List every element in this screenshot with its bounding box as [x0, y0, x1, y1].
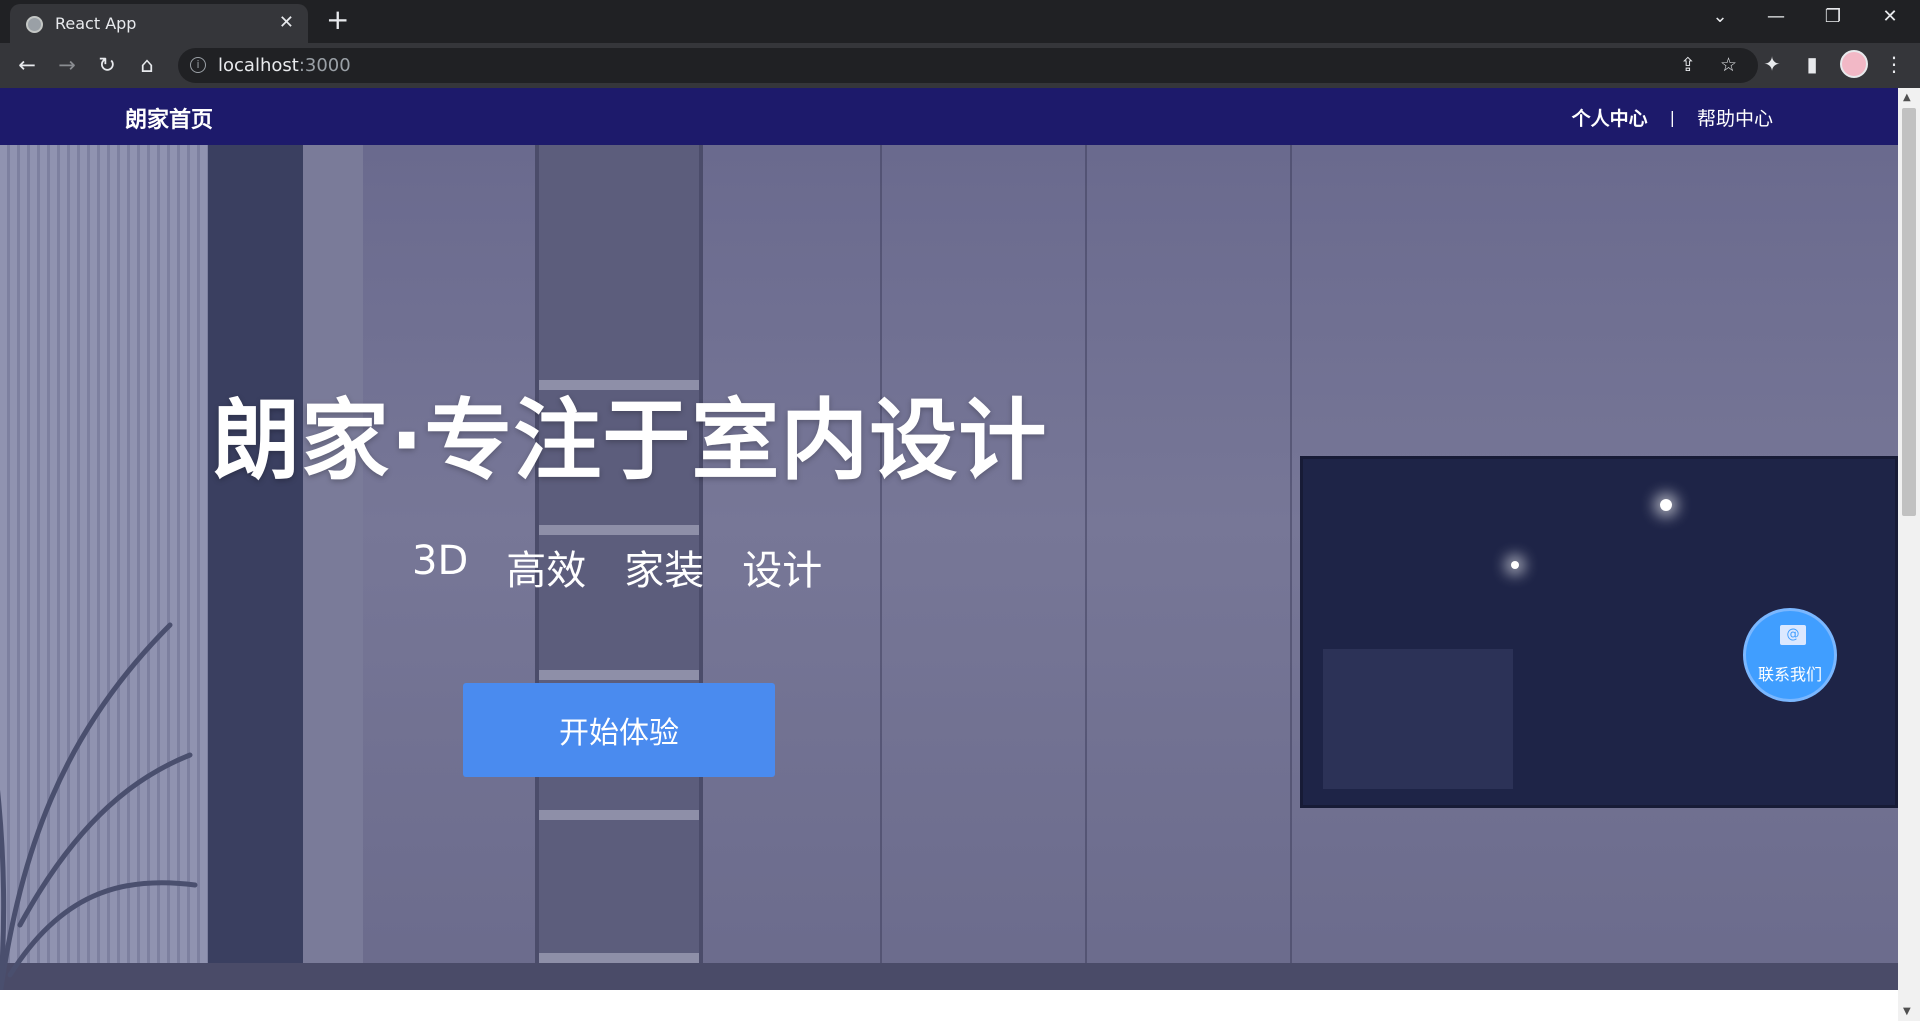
page-viewport: 朗家首页 个人中心 | 帮助中心 朗家·专注于室内设计 3D 高效 家装 设计 …	[0, 88, 1898, 1021]
background-column-light	[303, 145, 363, 990]
hero-banner: 朗家·专注于室内设计 3D 高效 家装 设计 开始体验 @ 联系我们	[0, 145, 1898, 990]
nav-personal-center[interactable]: 个人中心	[1572, 104, 1648, 131]
new-tab-button[interactable]: +	[326, 6, 349, 34]
url-text[interactable]: localhost:3000	[218, 55, 351, 76]
background-wall-seam	[880, 145, 882, 990]
url-host: localhost	[218, 55, 299, 76]
globe-icon	[26, 16, 43, 33]
address-bar[interactable]: i localhost:3000 ⇪ ☆	[178, 48, 1758, 83]
scroll-down-arrow[interactable]: ▼	[1903, 1006, 1911, 1017]
nav-separator: |	[1669, 108, 1675, 127]
page-scrollbar[interactable]: ▲ ▼	[1898, 88, 1920, 1021]
hero-title: 朗家·专注于室内设计	[212, 389, 1048, 492]
background-column	[208, 145, 303, 990]
url-port: :3000	[298, 55, 351, 76]
background-shelf	[539, 525, 699, 535]
background-shelf	[539, 953, 699, 963]
tab-search-icon[interactable]: ⌄	[1700, 6, 1740, 27]
site-info-icon[interactable]: i	[190, 57, 206, 73]
tab-title: React App	[55, 14, 137, 33]
close-window-button[interactable]: ✕	[1870, 6, 1910, 27]
hero-tag: 设计	[742, 548, 823, 594]
hero-tags: 3D 高效 家装 设计	[412, 538, 822, 596]
browser-toolbar: ← → ↻ ⌂ i localhost:3000 ⇪ ☆ ✦ ▮ ⋮	[0, 43, 1920, 88]
background-floor	[0, 963, 1898, 990]
back-button[interactable]: ←	[13, 52, 41, 78]
extensions-icon[interactable]: ✦	[1759, 52, 1785, 76]
start-experience-button[interactable]: 开始体验	[463, 683, 775, 777]
close-tab-icon[interactable]: ✕	[279, 13, 294, 33]
restore-button[interactable]: ❐	[1813, 6, 1853, 27]
background-plant	[0, 622, 198, 990]
browser-tab[interactable]: React App ✕	[10, 4, 308, 43]
contact-us-button[interactable]: @ 联系我们	[1743, 608, 1837, 702]
hero-tag: 高效	[506, 548, 587, 594]
background-light-reflection	[1511, 561, 1519, 569]
browser-menu-icon[interactable]: ⋮	[1881, 52, 1907, 76]
reload-button[interactable]: ↻	[93, 52, 121, 78]
hero-tag: 家装	[624, 548, 705, 594]
forward-button[interactable]: →	[53, 52, 81, 78]
background-shelf	[539, 670, 699, 680]
browser-tab-bar: React App ✕ + ⌄ — ❐ ✕	[0, 0, 1920, 43]
nav-links: 个人中心 | 帮助中心	[1572, 104, 1773, 131]
share-icon[interactable]: ⇪	[1680, 54, 1696, 76]
site-navbar: 朗家首页 个人中心 | 帮助中心	[0, 88, 1898, 145]
background-shelf	[539, 810, 699, 820]
background-wall-seam	[1290, 145, 1292, 990]
home-button[interactable]: ⌂	[133, 52, 161, 78]
profile-avatar[interactable]	[1840, 50, 1868, 78]
scroll-thumb[interactable]	[1902, 108, 1916, 516]
background-light-reflection	[1660, 499, 1672, 511]
background-wall-seam	[1085, 145, 1087, 990]
contact-us-label: 联系我们	[1757, 665, 1822, 684]
side-panel-icon[interactable]: ▮	[1799, 52, 1825, 76]
background-tv-reflection	[1323, 649, 1513, 789]
minimize-button[interactable]: —	[1756, 6, 1796, 27]
scroll-up-arrow[interactable]: ▲	[1903, 92, 1911, 103]
bookmark-star-icon[interactable]: ☆	[1720, 54, 1737, 76]
mail-icon: @	[1780, 625, 1806, 645]
hero-tag: 3D	[412, 538, 469, 584]
brand-home-link[interactable]: 朗家首页	[125, 102, 213, 134]
nav-help-center[interactable]: 帮助中心	[1697, 104, 1773, 131]
